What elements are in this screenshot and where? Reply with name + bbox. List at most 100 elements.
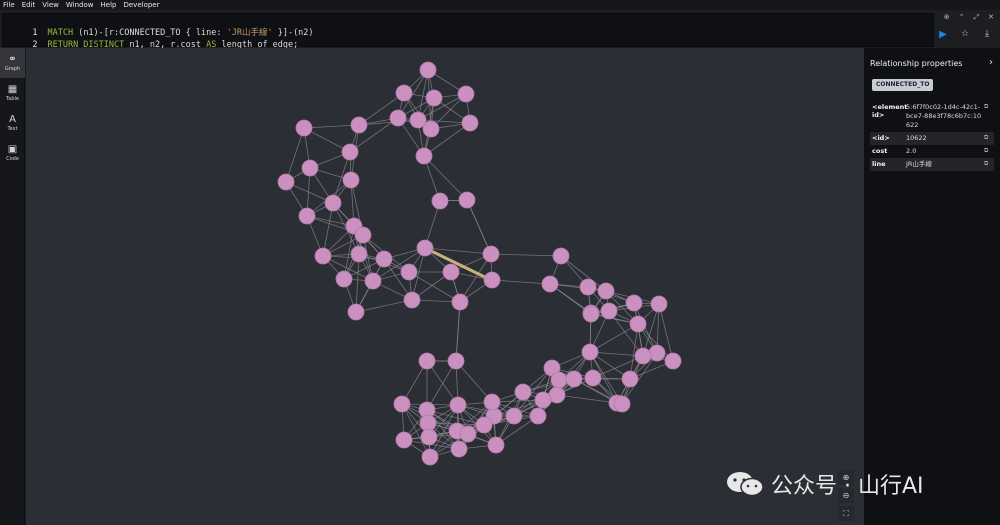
graph-node[interactable] [354, 226, 372, 244]
menu-file[interactable]: File [3, 0, 15, 10]
graph-node[interactable] [475, 416, 493, 434]
menu-developer[interactable]: Developer [123, 0, 159, 10]
graph-node[interactable] [459, 425, 477, 443]
graph-node[interactable] [400, 263, 418, 281]
graph-node[interactable] [581, 343, 599, 361]
graph-node[interactable] [582, 305, 600, 323]
graph-edge[interactable] [466, 199, 492, 255]
graph-node[interactable] [416, 239, 434, 257]
graph-node[interactable] [461, 114, 479, 132]
graph-node[interactable] [415, 147, 433, 165]
run-icon[interactable]: ▶ [936, 27, 950, 41]
graph-node[interactable] [579, 278, 597, 296]
graph-node[interactable] [550, 371, 568, 389]
graph-node[interactable] [324, 194, 342, 212]
copy-icon[interactable]: ⧉ [984, 160, 992, 168]
graph-node[interactable] [298, 207, 316, 225]
graph-node[interactable] [487, 436, 505, 454]
copy-icon[interactable]: ⧉ [984, 103, 992, 111]
graph-canvas[interactable] [26, 48, 863, 525]
copy-icon[interactable]: ⧉ [984, 147, 992, 155]
graph-node[interactable] [482, 245, 500, 263]
graph-node[interactable] [565, 370, 583, 388]
graph-node[interactable] [420, 428, 438, 446]
graph-node[interactable] [421, 448, 439, 466]
menu-help[interactable]: Help [101, 0, 117, 10]
rail-code[interactable]: ▣ Code [0, 138, 25, 168]
graph-node[interactable] [364, 272, 382, 290]
graph-node[interactable] [529, 407, 547, 425]
graph-node[interactable] [442, 263, 460, 281]
graph-node[interactable] [422, 120, 440, 138]
graph-node[interactable] [431, 192, 449, 210]
copy-icon[interactable]: ⧉ [984, 134, 992, 142]
favorite-icon[interactable]: ☆ [958, 27, 972, 41]
graph-node[interactable] [418, 352, 436, 370]
graph-edge[interactable] [355, 253, 360, 313]
graph-node[interactable] [648, 344, 666, 362]
graph-node[interactable] [347, 303, 365, 321]
graph-node[interactable] [393, 395, 411, 413]
graph-node[interactable] [350, 245, 368, 263]
graph-edge[interactable] [556, 394, 618, 404]
graph-node[interactable] [625, 294, 643, 312]
fit-view-icon[interactable]: ⛶ [838, 506, 854, 521]
relationship-type-badge[interactable]: CONNECTED_TO [872, 79, 934, 91]
graph-node[interactable] [277, 173, 295, 191]
graph-node[interactable] [450, 440, 468, 458]
rail-table[interactable]: ▦ Table [0, 78, 25, 108]
graph-node[interactable] [425, 89, 443, 107]
graph-node[interactable] [341, 143, 359, 161]
graph-node[interactable] [301, 159, 319, 177]
query-editor[interactable]: 1 MATCH (n1)-[r:CONNECTED_TO { line: 'JR山… [2, 13, 934, 50]
close-icon[interactable]: ✕ [988, 13, 994, 22]
graph-node[interactable] [419, 61, 437, 79]
pin-icon[interactable]: ⊕ [944, 13, 950, 22]
graph-edge[interactable] [285, 127, 305, 183]
graph-node[interactable] [395, 431, 413, 449]
graph-node[interactable] [552, 247, 570, 265]
graph-node[interactable] [597, 282, 615, 300]
rail-text[interactable]: A Text [0, 108, 25, 138]
graph-node[interactable] [584, 369, 602, 387]
graph-svg[interactable] [26, 48, 863, 525]
graph-node[interactable] [514, 383, 532, 401]
graph-node[interactable] [295, 119, 313, 137]
graph-edge[interactable] [491, 279, 551, 285]
graph-node[interactable] [634, 347, 652, 365]
graph-node[interactable] [600, 302, 618, 320]
graph-node[interactable] [483, 393, 501, 411]
graph-node[interactable] [534, 391, 552, 409]
graph-node[interactable] [458, 191, 476, 209]
graph-node[interactable] [483, 271, 501, 289]
graph-node[interactable] [541, 275, 559, 293]
graph-node[interactable] [447, 352, 465, 370]
graph-node[interactable] [621, 370, 639, 388]
menu-view[interactable]: View [42, 0, 59, 10]
rail-graph[interactable]: ⚭ Graph [0, 48, 25, 78]
graph-node[interactable] [629, 315, 647, 333]
graph-node[interactable] [389, 109, 407, 127]
graph-node[interactable] [314, 247, 332, 265]
graph-node[interactable] [650, 295, 668, 313]
graph-node[interactable] [395, 84, 413, 102]
graph-node[interactable] [375, 250, 393, 268]
graph-edge[interactable] [490, 253, 562, 257]
graph-node[interactable] [548, 386, 566, 404]
graph-node[interactable] [457, 85, 475, 103]
graph-node[interactable] [403, 291, 421, 309]
graph-node[interactable] [613, 395, 631, 413]
collapse-icon[interactable]: ⌃ [959, 13, 965, 22]
graph-node[interactable] [505, 407, 523, 425]
menu-edit[interactable]: Edit [22, 0, 36, 10]
graph-edge[interactable] [355, 299, 413, 313]
graph-node[interactable] [451, 293, 469, 311]
graph-node[interactable] [419, 414, 437, 432]
graph-node[interactable] [342, 171, 360, 189]
graph-edge[interactable] [423, 155, 468, 201]
download-icon[interactable]: ⤓ [980, 27, 994, 41]
maximize-icon[interactable]: ⤢ [974, 13, 980, 22]
graph-node[interactable] [335, 270, 353, 288]
graph-node[interactable] [350, 116, 368, 134]
chevron-right-icon[interactable]: › [989, 57, 993, 68]
